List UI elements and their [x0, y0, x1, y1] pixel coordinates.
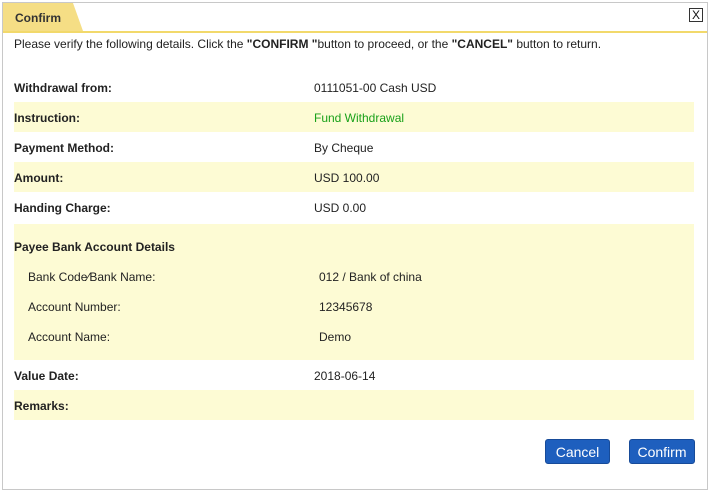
instruction-value: Fund Withdrawal — [314, 111, 405, 125]
value-date-label: Value Date: — [14, 369, 79, 383]
row-instruction: Instruction: Fund Withdrawal — [14, 102, 694, 132]
withdrawal-from-value: 0111051-00 Cash USD — [314, 81, 437, 95]
row-value-date: Value Date: 2018-06-14 — [14, 360, 694, 390]
row-bank-name: Bank Code∕Bank Name: 012 / Bank of china — [28, 270, 678, 290]
close-icon[interactable]: X — [689, 8, 703, 22]
amount-label: Amount: — [14, 171, 64, 185]
payment-method-value: By Cheque — [314, 141, 374, 155]
dialog-title: Confirm — [15, 11, 61, 25]
row-amount: Amount: USD 100.00 — [14, 162, 694, 192]
cancel-button[interactable]: Cancel — [545, 439, 610, 464]
details-list: Withdrawal from: 0111051-00 Cash USD Ins… — [14, 72, 694, 420]
account-name-label: Account Name: — [28, 330, 111, 344]
account-number-value: 12345678 — [319, 300, 373, 314]
handing-charge-label: Handing Charge: — [14, 201, 111, 215]
dialog-title-tab: Confirm — [3, 3, 83, 31]
row-account-name: Account Name: Demo — [28, 330, 678, 350]
intro-text: Please verify the following details. Cli… — [14, 37, 602, 51]
row-handing-charge: Handing Charge: USD 0.00 — [14, 192, 694, 222]
row-payment-method: Payment Method: By Cheque — [14, 132, 694, 162]
amount-value: USD 100.00 — [314, 171, 380, 185]
value-date-value: 2018-06-14 — [314, 369, 376, 383]
payment-method-label: Payment Method: — [14, 141, 115, 155]
remarks-label: Remarks: — [14, 399, 69, 413]
confirm-button[interactable]: Confirm — [629, 439, 695, 464]
withdrawal-from-label: Withdrawal from: — [14, 81, 112, 95]
bank-name-label: Bank Code∕Bank Name: — [28, 270, 156, 284]
bank-name-value: 012 / Bank of china — [319, 270, 422, 284]
handing-charge-value: USD 0.00 — [314, 201, 367, 215]
payee-bank-details: Payee Bank Account Details Bank Code∕Ban… — [14, 224, 694, 360]
payee-section-title: Payee Bank Account Details — [14, 240, 175, 254]
account-number-label: Account Number: — [28, 300, 121, 314]
header-divider — [3, 31, 707, 33]
instruction-label: Instruction: — [14, 111, 80, 125]
row-account-number: Account Number: 12345678 — [28, 300, 678, 320]
account-name-value: Demo — [319, 330, 352, 344]
row-remarks: Remarks: — [14, 390, 694, 420]
row-withdrawal-from: Withdrawal from: 0111051-00 Cash USD — [14, 72, 694, 102]
